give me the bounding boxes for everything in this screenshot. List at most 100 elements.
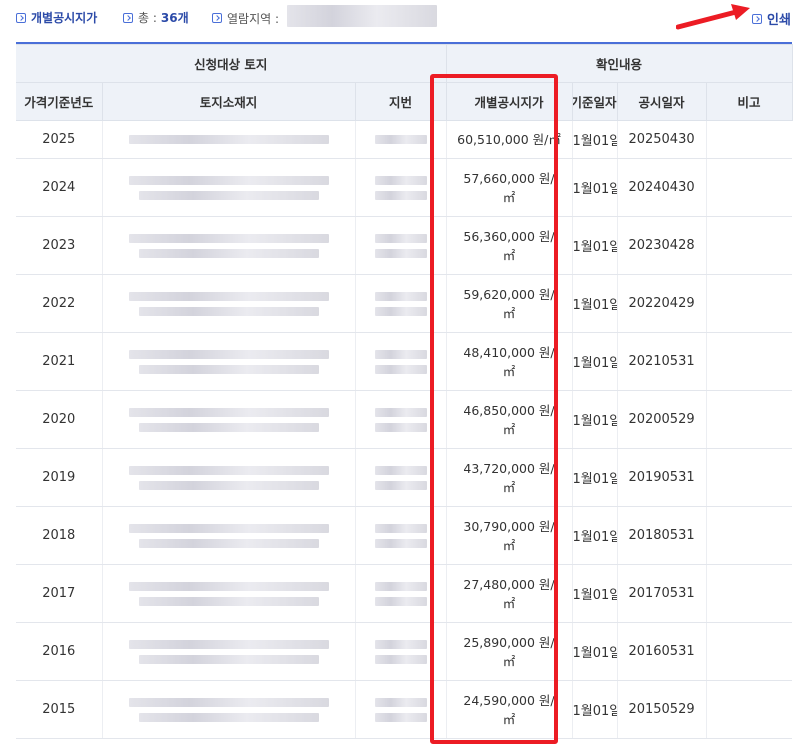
publish-date-cell: 20240430 (616, 158, 707, 217)
year-cell: 2016 (16, 622, 102, 681)
table-row: 2015 24,590,000 원/ ㎡ 1월01일 20150529 (16, 680, 793, 739)
location-cell-redacted (101, 158, 355, 217)
year-cell: 2023 (16, 216, 102, 275)
top-bar: 개별공시지가 총 : 36개 열람지역 : 인쇄 (0, 0, 800, 38)
redacted-block (128, 349, 329, 359)
col-header-publish-date: 공시일자 (616, 82, 707, 121)
chevron-right-icon (212, 13, 222, 23)
lot-number-cell-redacted (354, 680, 447, 739)
region-label: 열람지역 : (227, 11, 280, 26)
redacted-block (138, 538, 319, 548)
location-cell-redacted (101, 680, 355, 739)
tab-label: 개별공시지가 (31, 11, 98, 25)
price-cell: 25,890,000 원/ ㎡ (445, 622, 573, 681)
chevron-right-icon (123, 12, 133, 23)
print-label: 인쇄 (767, 13, 791, 28)
price-value: 24,590,000 원/ (463, 692, 555, 708)
year-cell: 2015 (16, 680, 102, 739)
group-header-target-land: 신청대상 토지 (16, 44, 447, 83)
redacted-block (374, 190, 427, 200)
price-value: 56,360,000 원/ (463, 228, 555, 244)
redacted-block (374, 712, 427, 722)
price-value: 46,850,000 원/ (463, 402, 555, 418)
land-price-table: 신청대상 토지 확인내용 가격기준년도 토지소재지 지번 개별공시지가 기준일자… (16, 42, 793, 739)
redacted-block (138, 306, 319, 316)
redacted-block (374, 407, 427, 417)
lot-number-cell-redacted (354, 448, 447, 507)
price-value: 25,890,000 원/ (463, 634, 555, 650)
redacted-block (374, 697, 427, 707)
price-unit: ㎡ (502, 305, 516, 321)
redacted-block (138, 712, 319, 722)
location-cell-redacted (101, 274, 355, 333)
table-row: 2016 25,890,000 원/ ㎡ 1월01일 20160531 (16, 622, 793, 681)
base-date-cell: 1월01일 (571, 332, 618, 391)
publish-date-cell: 20210531 (616, 332, 707, 391)
redacted-block (374, 639, 427, 649)
print-button[interactable]: 인쇄 (752, 9, 791, 28)
note-cell (705, 564, 793, 623)
table-row: 2023 56,360,000 원/ ㎡ 1월01일 20230428 (16, 216, 793, 275)
redacted-block (128, 697, 329, 707)
col-header-year: 가격기준년도 (16, 82, 103, 121)
base-date-cell: 1월01일 (571, 390, 618, 449)
redacted-block (374, 480, 427, 490)
redacted-block (374, 523, 427, 533)
price-unit: ㎡ (502, 595, 516, 611)
redacted-block (374, 364, 427, 374)
price-value: 60,510,000 원/㎡ (457, 132, 561, 147)
redacted-block (374, 175, 427, 185)
redacted-block (128, 523, 329, 533)
tab-individual-land-price[interactable]: 개별공시지가 (16, 9, 97, 26)
col-header-location: 토지소재지 (101, 82, 356, 121)
base-date-cell: 1월01일 (571, 216, 618, 275)
redacted-block (138, 190, 319, 200)
lot-number-cell-redacted (354, 506, 447, 565)
table-row: 2019 43,720,000 원/ ㎡ 1월01일 20190531 (16, 448, 793, 507)
note-cell (705, 120, 793, 159)
lot-number-cell-redacted (354, 564, 447, 623)
publish-date-cell: 20150529 (616, 680, 707, 739)
publish-date-cell: 20200529 (616, 390, 707, 449)
redacted-block (374, 135, 427, 144)
base-date-cell: 1월01일 (571, 564, 618, 623)
redacted-block (374, 465, 427, 475)
price-cell: 24,590,000 원/ ㎡ (445, 680, 573, 739)
table-row: 2024 57,660,000 원/ ㎡ 1월01일 20240430 (16, 158, 793, 217)
note-cell (705, 216, 793, 275)
redacted-block (374, 233, 427, 243)
note-cell (705, 274, 793, 333)
year-cell: 2020 (16, 390, 102, 449)
publish-date-cell: 20230428 (616, 216, 707, 275)
base-date-cell: 1월01일 (571, 274, 618, 333)
price-value: 43,720,000 원/ (463, 460, 555, 476)
price-cell: 30,790,000 원/ ㎡ (445, 506, 573, 565)
lot-number-cell-redacted (354, 332, 447, 391)
lot-number-cell-redacted (354, 274, 447, 333)
note-cell (705, 448, 793, 507)
year-cell: 2024 (16, 158, 102, 217)
lot-number-cell-redacted (354, 120, 447, 159)
group-header-confirmation: 확인내용 (445, 44, 793, 83)
lot-number-cell-redacted (354, 622, 447, 681)
redacted-block (128, 581, 329, 591)
col-header-base-date: 기준일자 (571, 82, 618, 121)
price-unit: ㎡ (502, 421, 516, 437)
price-unit: ㎡ (502, 537, 516, 553)
price-cell: 59,620,000 원/ ㎡ (445, 274, 573, 333)
redacted-block (374, 248, 427, 258)
base-date-cell: 1월01일 (571, 158, 618, 217)
lot-number-cell-redacted (354, 158, 447, 217)
location-cell-redacted (101, 448, 355, 507)
col-header-lot-number: 지번 (354, 82, 447, 121)
redacted-block (374, 422, 427, 432)
publish-date-cell: 20160531 (616, 622, 707, 681)
price-unit: ㎡ (502, 479, 516, 495)
publish-date-cell: 20180531 (616, 506, 707, 565)
location-cell-redacted (101, 564, 355, 623)
price-cell: 46,850,000 원/ ㎡ (445, 390, 573, 449)
price-value: 59,620,000 원/ (463, 286, 555, 302)
price-unit: ㎡ (502, 189, 516, 205)
region-value-redacted (287, 5, 438, 27)
location-cell-redacted (101, 506, 355, 565)
